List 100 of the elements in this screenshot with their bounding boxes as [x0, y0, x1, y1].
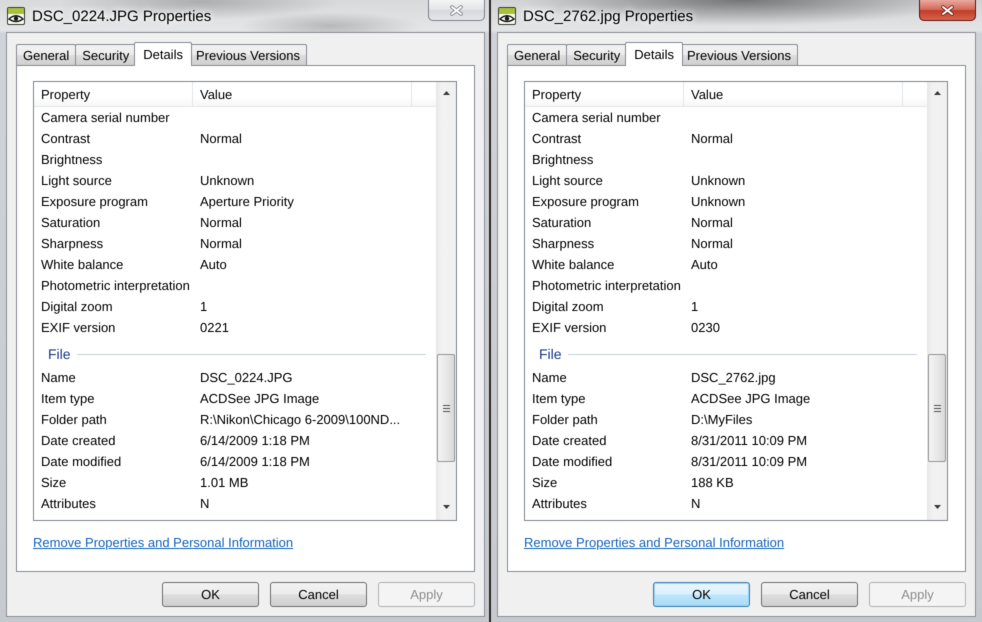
property-name: Contrast [531, 130, 582, 146]
property-value: DSC_0224.JPG [199, 370, 292, 386]
scrollbar-thumb[interactable] [437, 354, 455, 462]
group-heading: File [48, 345, 71, 363]
property-value: Normal [690, 214, 733, 230]
property-name: Name [40, 370, 77, 386]
property-value: 188 KB [690, 474, 734, 490]
property-name: Size [531, 474, 558, 490]
property-value: D:\MyFiles [690, 412, 752, 428]
property-name: Camera serial number [40, 110, 171, 126]
property-name: Photometric interpretation [531, 278, 682, 294]
property-name: Sharpness [40, 236, 104, 252]
property-name: Brightness [531, 152, 594, 168]
property-name: Size [40, 474, 68, 490]
property-value: 1.01 MB [199, 474, 248, 490]
dialog-button[interactable]: Cancel [761, 582, 858, 607]
tab[interactable]: Security [566, 44, 628, 65]
property-name: Saturation [531, 214, 592, 230]
property-name: Digital zoom [40, 298, 114, 314]
property-value: 8/31/2011 10:09 PM [690, 432, 808, 448]
property-name: Item type [531, 390, 586, 406]
property-value: DSC_2762.jpg [690, 370, 776, 386]
property-value: Normal [199, 130, 242, 146]
property-name: EXIF version [531, 320, 608, 336]
property-name: Exposure program [531, 194, 640, 210]
grip-icon [934, 404, 940, 412]
column-header[interactable]: Value [684, 82, 903, 106]
tab[interactable]: Details [625, 42, 683, 66]
property-value: Normal [199, 236, 242, 252]
property-name: Photometric interpretation [40, 278, 191, 294]
close-icon [941, 4, 954, 16]
eye-picture-icon [498, 7, 516, 25]
remove-properties-link[interactable]: Remove Properties and Personal Information [33, 535, 294, 551]
property-value: ACDSee JPG Image [199, 390, 320, 406]
property-name: EXIF version [40, 320, 116, 336]
property-value: 0230 [690, 320, 720, 336]
column-header[interactable]: Property [34, 82, 193, 106]
property-value: 1 [199, 298, 208, 314]
property-name: Folder path [40, 412, 108, 428]
property-value: Auto [199, 256, 227, 272]
window-title: DSC_0224.JPG Properties [32, 8, 212, 24]
tab[interactable]: General [16, 44, 76, 65]
tab[interactable]: Security [75, 44, 136, 65]
property-value: 0221 [199, 320, 229, 336]
tab[interactable]: General [507, 44, 568, 65]
property-name: Folder path [531, 412, 599, 428]
property-value: Auto [690, 256, 718, 272]
scrollbar-thumb[interactable] [928, 354, 946, 462]
property-name: Attributes [40, 496, 97, 512]
property-value: 6/14/2009 1:18 PM [199, 432, 310, 448]
dialog-button[interactable]: OK [162, 582, 259, 607]
property-name: Date created [531, 432, 608, 448]
property-name: Item type [40, 390, 96, 406]
property-value: Aperture Priority [199, 194, 294, 210]
property-value: 1 [690, 298, 698, 314]
property-name: Light source [531, 172, 604, 188]
property-name: Date modified [40, 454, 122, 470]
property-name: Contrast [40, 130, 92, 146]
property-name: White balance [40, 256, 124, 272]
property-value: Normal [690, 130, 733, 146]
remove-properties-link[interactable]: Remove Properties and Personal Information [524, 535, 784, 551]
property-value: Unknown [690, 172, 746, 188]
property-name: Brightness [40, 152, 104, 168]
property-name: Date modified [531, 454, 614, 470]
property-name: Digital zoom [531, 298, 605, 314]
group-heading: File [539, 345, 562, 363]
property-name: Saturation [40, 214, 102, 230]
property-value: Unknown [199, 172, 254, 188]
column-header[interactable]: Value [193, 82, 412, 106]
scrollbar-track[interactable] [927, 82, 947, 520]
property-name: Date created [40, 432, 116, 448]
property-value: R:\Nikon\Chicago 6-2009\100ND... [199, 412, 400, 428]
window-title: DSC_2762.jpg Properties [523, 8, 694, 24]
tab[interactable]: Details [134, 42, 192, 66]
property-value: Normal [690, 236, 733, 252]
property-name: Name [531, 370, 568, 386]
property-value: Normal [199, 214, 242, 230]
close-button[interactable] [919, 0, 976, 21]
property-value: 6/14/2009 1:18 PM [199, 454, 310, 470]
eye-picture-icon [7, 7, 25, 25]
property-name: White balance [531, 256, 616, 272]
scrollbar-track[interactable] [436, 82, 456, 520]
down-arrow-icon[interactable] [934, 505, 940, 509]
property-name: Light source [40, 172, 113, 188]
property-name: Exposure program [40, 194, 149, 210]
property-value: Unknown [690, 194, 746, 210]
dialog-button[interactable]: Cancel [270, 582, 367, 607]
down-arrow-icon[interactable] [442, 505, 450, 509]
up-arrow-icon[interactable] [442, 91, 450, 95]
property-name: Attributes [531, 496, 588, 512]
property-value: 8/31/2011 10:09 PM [690, 454, 808, 470]
dialog-button[interactable]: OK [653, 582, 750, 607]
property-name: Camera serial number [531, 110, 662, 126]
property-value: N [690, 496, 700, 512]
property-value: ACDSee JPG Image [690, 390, 810, 406]
column-header[interactable]: Property [525, 82, 684, 106]
up-arrow-icon[interactable] [934, 91, 940, 95]
grip-icon [442, 404, 450, 412]
property-value: N [199, 496, 210, 512]
property-name: Sharpness [531, 236, 596, 252]
